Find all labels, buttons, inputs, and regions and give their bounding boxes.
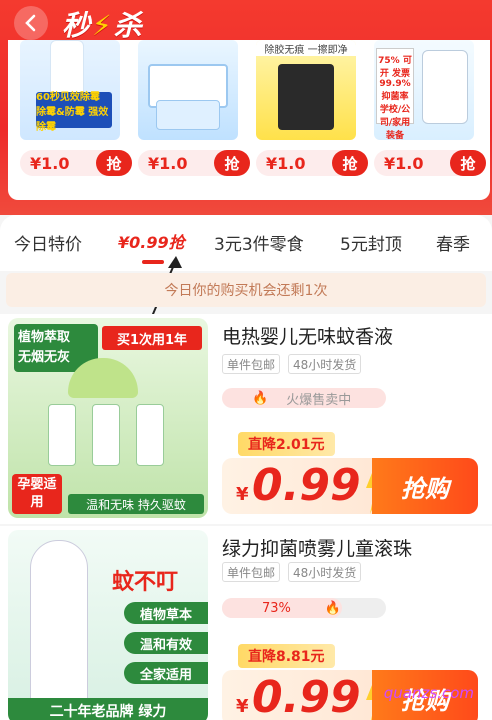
fire-icon: 🔥 [324,600,342,616]
grab-button[interactable]: 抢 [96,150,132,176]
product-image: 除胶无痕 一擦即净 [256,40,356,140]
tab-spring[interactable]: 春季 [436,230,470,255]
product-image: 60秒见效除霉 除霉&防霉 强效除霉 [20,40,120,140]
tag-48h-delivery: 48小时发货 [288,562,362,582]
flash-product[interactable]: 75% 可开 发票 99.9% 抑菌率 学校/公司/家用装备 ¥1.0 抢 [374,40,486,176]
page-title: 秒⚡杀 [62,9,144,42]
product-image: 75% 可开 发票 99.9% 抑菌率 学校/公司/家用装备 [374,40,474,140]
price-drop-badge: 直降2.01元 [238,432,335,456]
tab-5yuan-cap[interactable]: 5元封顶 [340,230,402,255]
sales-status-bar: 🔥 火爆售卖中 [222,388,386,408]
yen-icon: ¥ [118,233,130,252]
tab-today-deals[interactable]: 今日特价 [14,230,82,255]
category-tabs: 今日特价 ¥0.99抢 3元3件零食 5元封顶 春季 [0,215,492,271]
product-image: 植物萃取 无烟无灰 买1次用1年 孕婴适用 温和无味 持久驱蚊 [8,318,208,518]
product-image [138,40,238,140]
chevron-left-icon [25,14,36,32]
buy-now-button[interactable]: 抢购 [372,458,478,514]
price-drop-badge: 直降8.81元 [238,644,335,668]
tag-free-shipping: 单件包邮 [222,354,281,374]
sales-progress-bar: 73% 🔥 [222,598,386,618]
price-tag: ¥1.0 抢 [374,150,486,176]
price-tag: ¥1.0 抢 [256,150,368,176]
buy-bar[interactable]: ¥ 0.99 抢购 [222,458,478,514]
flash-product-carousel[interactable]: 60秒见效除霉 除霉&防霉 强效除霉 ¥1.0 抢 ¥1.0 抢 除胶无痕 一擦… [8,40,490,200]
flash-sale-header: 秒⚡杀 60秒见效除霉 除霉&防霉 强效除霉 ¥1.0 抢 ¥1.0 抢 除胶无… [0,0,492,215]
price-tag: ¥1.0 抢 [138,150,250,176]
grab-button[interactable]: 抢 [450,150,486,176]
tag-free-shipping: 单件包邮 [222,562,281,582]
grab-button[interactable]: 抢 [332,150,368,176]
tag-48h-delivery: 48小时发货 [288,354,362,374]
flash-product[interactable]: 除胶无痕 一擦即净 ¥1.0 抢 [256,40,368,176]
sale-price: 0.99 [252,460,361,511]
product-title: 电热婴儿无味蚊香液 [222,326,394,348]
product-card[interactable]: 植物萃取 无烟无灰 买1次用1年 孕婴适用 温和无味 持久驱蚊 电热婴儿无味蚊香液… [0,314,492,524]
purchase-chance-notice: 今日你的购买机会还剩1次 [6,273,486,307]
grab-button[interactable]: 抢 [214,150,250,176]
watermark: quanzs.com [383,684,474,702]
product-title: 绿力抑菌喷雾儿童滚珠 [222,538,413,560]
product-image: 蚊不叮 植物草本 温和有效 全家适用 二十年老品牌 绿力 [8,530,208,720]
price-tag: ¥1.0 抢 [20,150,132,176]
back-button[interactable] [14,6,48,40]
sale-price: 0.99 [252,672,361,720]
flash-product[interactable]: ¥1.0 抢 [138,40,250,176]
flash-product[interactable]: 60秒见效除霉 除霉&防霉 强效除霉 ¥1.0 抢 [20,40,132,176]
tab-snacks[interactable]: 3元3件零食 [214,230,304,255]
fire-icon: 🔥 [252,390,269,406]
